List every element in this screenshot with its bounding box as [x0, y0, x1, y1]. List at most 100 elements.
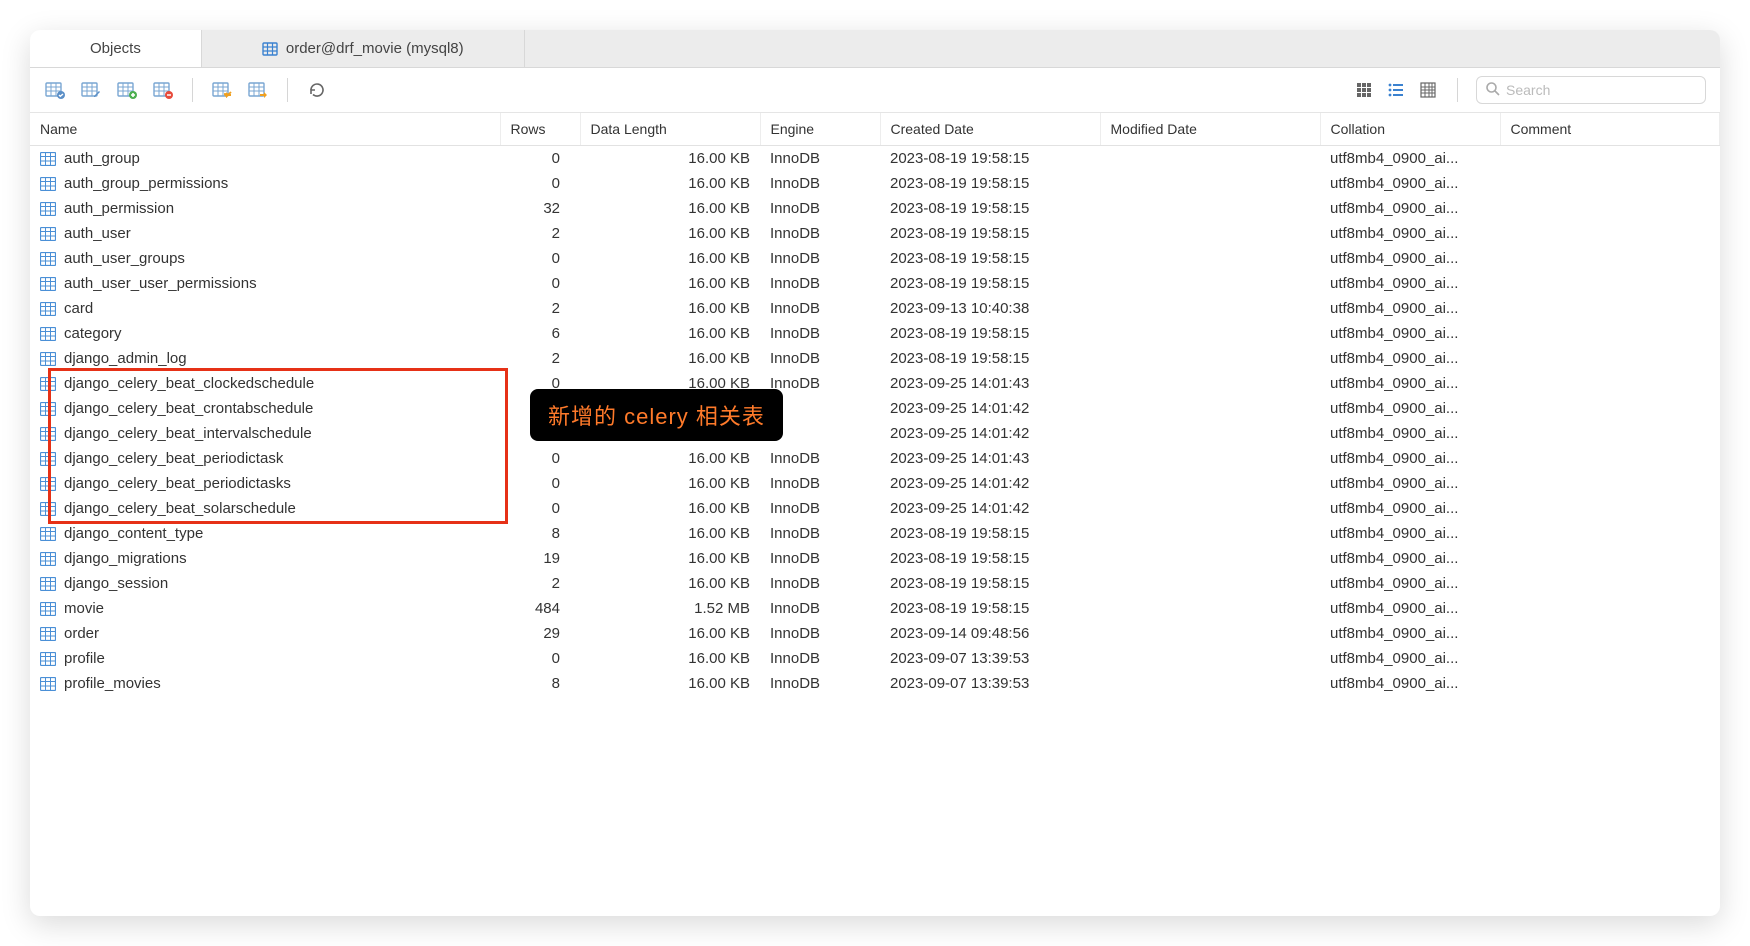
list-view-button[interactable]	[1385, 79, 1407, 101]
search-box[interactable]	[1476, 76, 1706, 104]
toolbar-divider	[287, 78, 288, 102]
cell-created: 2023-09-25 14:01:42	[880, 396, 1100, 421]
cell-data-length: 16.00 KB	[580, 671, 760, 696]
table-row[interactable]: auth_permission3216.00 KBInnoDB2023-08-1…	[30, 196, 1720, 221]
cell-collation: utf8mb4_0900_ai...	[1320, 171, 1500, 196]
table-icon	[40, 252, 56, 266]
cell-data-length	[580, 421, 760, 446]
col-collation[interactable]: Collation	[1320, 113, 1500, 146]
col-engine[interactable]: Engine	[760, 113, 880, 146]
cell-engine: InnoDB	[760, 496, 880, 521]
table-name: django_migrations	[64, 550, 187, 567]
cell-collation: utf8mb4_0900_ai...	[1320, 321, 1500, 346]
table-name: auth_permission	[64, 200, 174, 217]
tab-objects[interactable]: Objects	[30, 30, 202, 67]
cell-data-length: 16.00 KB	[580, 446, 760, 471]
cell-comment	[1500, 296, 1720, 321]
table-name: category	[64, 325, 122, 342]
table-row[interactable]: django_content_type816.00 KBInnoDB2023-0…	[30, 521, 1720, 546]
cell-rows: 0	[500, 246, 580, 271]
cell-rows: 6	[500, 321, 580, 346]
cell-collation: utf8mb4_0900_ai...	[1320, 621, 1500, 646]
cell-comment	[1500, 571, 1720, 596]
cell-rows	[500, 396, 580, 421]
cell-collation: utf8mb4_0900_ai...	[1320, 596, 1500, 621]
table-name: django_content_type	[64, 525, 203, 542]
detail-view-button[interactable]	[1417, 79, 1439, 101]
cell-modified	[1100, 671, 1320, 696]
table-row[interactable]: django_celery_beat_periodictask016.00 KB…	[30, 446, 1720, 471]
cell-comment	[1500, 146, 1720, 172]
cell-collation: utf8mb4_0900_ai...	[1320, 571, 1500, 596]
table-icon	[40, 402, 56, 416]
cell-modified	[1100, 396, 1320, 421]
table-row[interactable]: django_celery_beat_crontabscheduleB2023-…	[30, 396, 1720, 421]
col-comment[interactable]: Comment	[1500, 113, 1720, 146]
cell-collation: utf8mb4_0900_ai...	[1320, 496, 1500, 521]
cell-rows: 0	[500, 271, 580, 296]
table-icon	[40, 427, 56, 441]
open-table-button[interactable]	[44, 79, 66, 101]
table-row[interactable]: django_celery_beat_solarschedule016.00 K…	[30, 496, 1720, 521]
table-name: django_celery_beat_solarschedule	[64, 500, 296, 517]
table-row[interactable]: django_celery_beat_clockedschedule016.00…	[30, 371, 1720, 396]
table-row[interactable]: order2916.00 KBInnoDB2023-09-14 09:48:56…	[30, 621, 1720, 646]
toolbar	[30, 68, 1720, 113]
export-button[interactable]	[247, 79, 269, 101]
cell-rows: 0	[500, 146, 580, 172]
table-row[interactable]: auth_group_permissions016.00 KBInnoDB202…	[30, 171, 1720, 196]
table-row[interactable]: auth_user_groups016.00 KBInnoDB2023-08-1…	[30, 246, 1720, 271]
table-name: profile_movies	[64, 675, 161, 692]
col-rows[interactable]: Rows	[500, 113, 580, 146]
refresh-button[interactable]	[306, 79, 328, 101]
col-name[interactable]: Name	[30, 113, 500, 146]
table-row[interactable]: django_admin_log216.00 KBInnoDB2023-08-1…	[30, 346, 1720, 371]
table-row[interactable]: card216.00 KBInnoDB2023-09-13 10:40:38ut…	[30, 296, 1720, 321]
search-input[interactable]	[1506, 82, 1697, 98]
cell-created: 2023-09-13 10:40:38	[880, 296, 1100, 321]
cell-data-length: 16.00 KB	[580, 296, 760, 321]
cell-rows: 2	[500, 296, 580, 321]
table-row[interactable]: django_session216.00 KBInnoDB2023-08-19 …	[30, 571, 1720, 596]
search-icon	[1485, 81, 1500, 99]
table-name: order	[64, 625, 99, 642]
cell-created: 2023-08-19 19:58:15	[880, 321, 1100, 346]
table-name: profile	[64, 650, 105, 667]
cell-modified	[1100, 446, 1320, 471]
table-name: django_celery_beat_periodictask	[64, 450, 283, 467]
delete-table-button[interactable]	[152, 79, 174, 101]
col-created[interactable]: Created Date	[880, 113, 1100, 146]
cell-data-length: 16.00 KB	[580, 221, 760, 246]
cell-rows: 32	[500, 196, 580, 221]
cell-created: 2023-08-19 19:58:15	[880, 171, 1100, 196]
col-modified[interactable]: Modified Date	[1100, 113, 1320, 146]
cell-comment	[1500, 446, 1720, 471]
table-icon	[40, 152, 56, 166]
cell-collation: utf8mb4_0900_ai...	[1320, 246, 1500, 271]
new-table-button[interactable]	[116, 79, 138, 101]
grid-view-button[interactable]	[1353, 79, 1375, 101]
table-row[interactable]: django_celery_beat_periodictasks016.00 K…	[30, 471, 1720, 496]
cell-comment	[1500, 346, 1720, 371]
table-row[interactable]: profile016.00 KBInnoDB2023-09-07 13:39:5…	[30, 646, 1720, 671]
cell-collation: utf8mb4_0900_ai...	[1320, 546, 1500, 571]
table-row[interactable]: category616.00 KBInnoDB2023-08-19 19:58:…	[30, 321, 1720, 346]
tab-order-table[interactable]: order@drf_movie (mysql8)	[202, 30, 525, 67]
table-row[interactable]: auth_user216.00 KBInnoDB2023-08-19 19:58…	[30, 221, 1720, 246]
table-row[interactable]: auth_group016.00 KBInnoDB2023-08-19 19:5…	[30, 146, 1720, 172]
cell-created: 2023-08-19 19:58:15	[880, 271, 1100, 296]
table-row[interactable]: django_celery_beat_intervalscheduleB2023…	[30, 421, 1720, 446]
table-name: auth_group	[64, 150, 140, 167]
import-button[interactable]	[211, 79, 233, 101]
table-icon	[40, 302, 56, 316]
design-table-button[interactable]	[80, 79, 102, 101]
col-data-length[interactable]: Data Length	[580, 113, 760, 146]
table-row[interactable]: django_migrations1916.00 KBInnoDB2023-08…	[30, 546, 1720, 571]
cell-collation: utf8mb4_0900_ai...	[1320, 296, 1500, 321]
table-row[interactable]: profile_movies816.00 KBInnoDB2023-09-07 …	[30, 671, 1720, 696]
table-row[interactable]: movie4841.52 MBInnoDB2023-08-19 19:58:15…	[30, 596, 1720, 621]
cell-comment	[1500, 171, 1720, 196]
cell-rows: 0	[500, 371, 580, 396]
cell-modified	[1100, 296, 1320, 321]
table-row[interactable]: auth_user_user_permissions016.00 KBInnoD…	[30, 271, 1720, 296]
